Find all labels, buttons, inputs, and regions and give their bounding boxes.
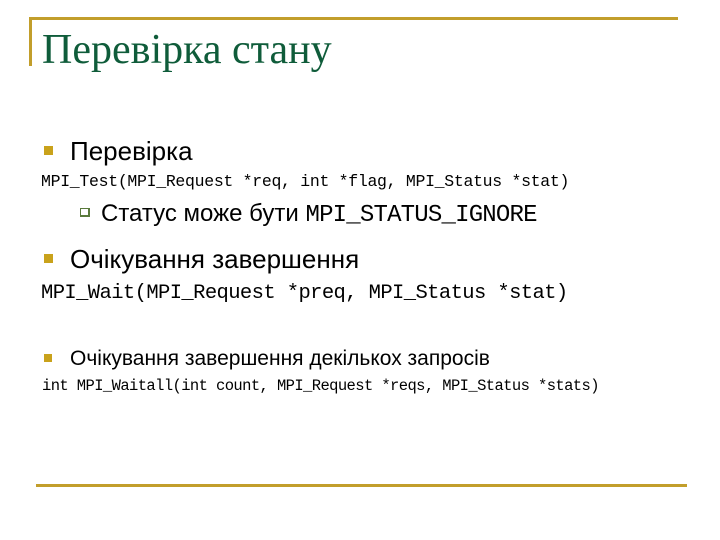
bullet-text-waitall: Очікування завершення декількох запросів [70, 347, 490, 370]
bullet-text-wait: Очікування завершення [70, 244, 360, 274]
bullet-text-check: Перевірка [70, 136, 193, 166]
subitem-status-ignore: Статус може бути MPI_STATUS_IGNORE [101, 200, 538, 230]
footer-rule [36, 484, 687, 487]
code-mpi-test: MPI_Test(MPI_Request *req, int *flag, MP… [41, 172, 570, 191]
square-bullet-icon [44, 254, 53, 263]
subitem-status-code: MPI_STATUS_IGNORE [305, 202, 537, 229]
title-top-rule [29, 17, 678, 20]
square-bullet-icon [44, 354, 52, 362]
subitem-status-text: Статус може бути [101, 200, 306, 227]
code-mpi-waitall: int MPI_Waitall(int count, MPI_Request *… [42, 377, 600, 395]
slide-title: Перевірка стану [42, 27, 332, 73]
title-left-rule [29, 17, 32, 66]
code-mpi-wait: MPI_Wait(MPI_Request *preq, MPI_Status *… [41, 282, 568, 305]
square-bullet-icon [44, 146, 53, 155]
hollow-square-bullet-icon [80, 208, 90, 217]
